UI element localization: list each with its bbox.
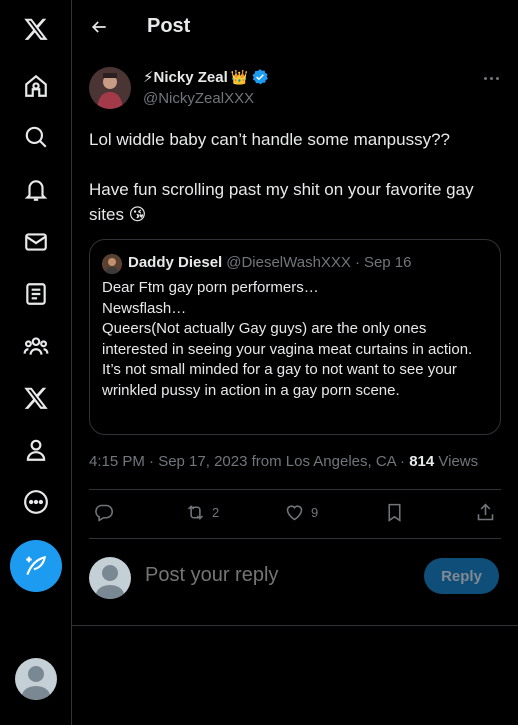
quoted-date: Sep 16 (363, 254, 412, 271)
page-title: Post (147, 15, 191, 37)
quoted-separator: · (354, 254, 360, 271)
quoted-line: Newsflash… (102, 299, 187, 317)
repost-count: 2 (212, 505, 220, 520)
like-count: 9 (311, 505, 319, 520)
reply-action[interactable] (93, 502, 120, 523)
bookmark-action[interactable] (384, 502, 405, 523)
reply-avatar (89, 557, 131, 599)
post-metadata: 4:15 PM · Sep 17, 2023 from Los Angeles,… (89, 453, 478, 470)
messages-icon[interactable] (14, 220, 58, 264)
quoted-line: Dear Ftm gay porn performers… (102, 279, 319, 296)
premium-x-icon[interactable] (14, 376, 58, 420)
account-avatar[interactable] (15, 658, 57, 700)
quoted-line: Queers(Not actually Gay guys) are the on… (102, 320, 473, 358)
share-action[interactable] (475, 502, 496, 523)
share-icon (477, 503, 494, 521)
divider (89, 538, 501, 539)
search-icon[interactable] (14, 115, 58, 159)
quoted-text: Dear Ftm gay porn performers… Newsflash…… (102, 278, 492, 401)
bookmark-icon (388, 503, 401, 522)
reply-input[interactable] (145, 564, 395, 587)
quoted-author-name: Daddy Diesel (128, 254, 223, 271)
quoted-line: It’s not small minded for a gay to not w… (102, 361, 457, 399)
post-text: Lol widdle baby can’t handle some manpus… (89, 130, 474, 224)
divider (72, 625, 518, 626)
sidebar (0, 0, 72, 725)
main-column: Post ⚡Nicky Zeal 👑 @NickyZealXXX Lol wid… (72, 0, 518, 725)
repost-icon (187, 505, 204, 520)
home-icon[interactable] (14, 64, 58, 108)
quoted-header: Daddy Diesel @DieselWashXXX · Sep 16 (128, 254, 411, 271)
quoted-author-avatar (102, 254, 122, 274)
repost-action[interactable]: 2 (185, 502, 219, 523)
post-timestamp[interactable]: 4:15 PM · Sep 17, 2023 from Los Angeles,… (89, 453, 409, 470)
quoted-post[interactable]: Daddy Diesel @DieselWashXXX · Sep 16 Dea… (89, 239, 501, 435)
more-options-button[interactable] (478, 70, 504, 86)
x-logo-icon[interactable] (14, 7, 58, 51)
more-icon[interactable] (14, 480, 58, 524)
back-button[interactable] (84, 12, 114, 42)
views-count: 814 (409, 453, 435, 470)
author-avatar[interactable] (89, 67, 131, 109)
heart-icon (286, 505, 303, 521)
crown-emoji: 👑 (230, 68, 249, 85)
quoted-author-handle: @DieselWashXXX (226, 254, 351, 271)
author-name[interactable]: ⚡Nicky Zeal (143, 68, 228, 86)
author-name-row[interactable]: ⚡Nicky Zeal 👑 (143, 68, 269, 86)
verified-badge-icon (252, 69, 269, 85)
more-dots-icon (483, 76, 487, 80)
reply-button[interactable]: Reply (424, 558, 499, 594)
communities-icon[interactable] (14, 324, 58, 368)
back-arrow-icon (91, 21, 106, 33)
author-handle[interactable]: @NickyZealXXX (143, 90, 254, 107)
like-action[interactable]: 9 (284, 502, 318, 523)
lists-icon[interactable] (14, 272, 58, 316)
reply-icon (95, 504, 114, 522)
views-label: Views (434, 453, 479, 470)
compose-feather-icon (26, 555, 47, 576)
header: Post (72, 0, 518, 54)
action-bar: 2 9 (89, 490, 501, 538)
notifications-icon[interactable] (14, 168, 58, 212)
profile-icon[interactable] (14, 428, 58, 472)
compose-button[interactable] (10, 540, 62, 592)
